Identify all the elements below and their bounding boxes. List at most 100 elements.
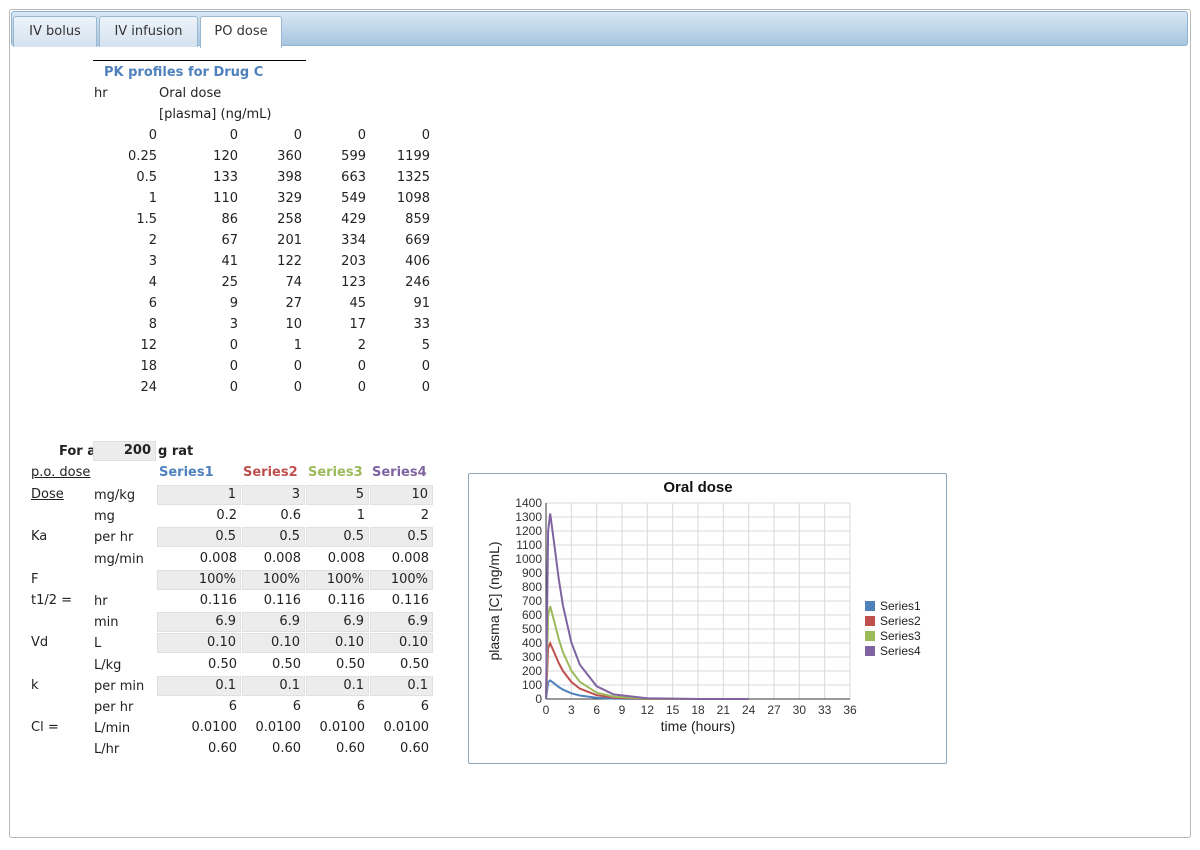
param-name: t1/2 = (31, 593, 73, 608)
col-header-oral-dose: Oral dose (159, 86, 222, 101)
series-header-3: Series3 (308, 465, 363, 480)
tab-iv-bolus[interactable]: IV bolus (13, 16, 97, 47)
param-value-cell: 0.50 (208, 656, 237, 672)
pk-time-cell: 3 (148, 254, 157, 269)
pk-value-cell: 201 (277, 233, 302, 248)
legend-swatch-4 (865, 646, 875, 656)
pk-value-cell: 0 (421, 380, 430, 395)
x-tick-label: 36 (843, 703, 857, 717)
param-input-cell[interactable]: 6.9 (306, 612, 369, 633)
param-input-cell[interactable]: 0.1 (157, 675, 241, 696)
pk-value-cell: 41 (221, 254, 238, 269)
param-unit: min (94, 615, 119, 631)
param-input-cell[interactable]: 6.9 (370, 612, 433, 633)
pk-value-cell: 549 (341, 191, 366, 206)
param-input-cell[interactable]: 100% (370, 569, 433, 590)
pk-time-cell: 6 (148, 296, 157, 311)
pk-value-cell: 45 (349, 296, 366, 311)
y-tick-label: 500 (522, 622, 542, 636)
y-tick-label: 700 (522, 594, 542, 608)
param-unit: hr (94, 594, 108, 609)
pk-value-cell: 663 (341, 170, 366, 185)
param-input-cell[interactable]: 0.10 (370, 633, 433, 654)
param-input-cell[interactable]: 6.9 (157, 612, 241, 633)
pk-time-cell: 0.5 (136, 170, 157, 185)
legend-label-2: Series2 (880, 614, 921, 628)
pk-value-cell: 669 (405, 233, 430, 248)
param-value-cell: 0.0100 (383, 720, 430, 736)
param-input-cell[interactable]: 100% (242, 569, 305, 590)
param-input-cell[interactable]: 0.1 (370, 675, 433, 696)
param-name: Dose (31, 487, 64, 502)
param-input-cell[interactable]: 0.10 (242, 633, 305, 654)
x-tick-label: 9 (619, 703, 626, 717)
pk-value-cell: 0 (229, 380, 238, 395)
y-tick-label: 1300 (515, 510, 542, 524)
pk-value-cell: 9 (229, 296, 238, 311)
pk-value-cell: 17 (349, 317, 366, 332)
pk-value-cell: 86 (221, 212, 238, 227)
x-axis-label: time (hours) (661, 718, 736, 734)
col-header-units: [plasma] (ng/mL) (159, 107, 272, 122)
param-value-cell: 6 (228, 699, 237, 714)
param-unit: per hr (94, 530, 134, 546)
param-input-cell[interactable]: 100% (306, 569, 369, 590)
pk-table-title: PK profiles for Drug C (104, 65, 264, 80)
param-input-cell[interactable]: 0.1 (242, 675, 305, 696)
param-input-cell[interactable]: 6.9 (242, 612, 305, 633)
param-input-cell[interactable]: 0.5 (370, 527, 433, 548)
param-value-cell: 6 (356, 699, 365, 714)
legend-swatch-2 (865, 616, 875, 626)
param-value-cell: 0.50 (272, 656, 301, 672)
pk-value-cell: 246 (405, 275, 430, 290)
param-name: Ka (31, 529, 48, 545)
pk-value-cell: 10 (285, 317, 302, 332)
param-input-cell[interactable]: 3 (242, 485, 305, 505)
pk-value-cell: 0 (357, 128, 366, 143)
y-tick-label: 1100 (516, 538, 542, 552)
pk-value-cell: 110 (213, 191, 238, 206)
pk-value-cell: 859 (405, 212, 430, 227)
tab-po-dose[interactable]: PO dose (200, 16, 282, 48)
param-input-cell[interactable]: 1 (157, 485, 241, 505)
param-input-cell[interactable]: 5 (306, 485, 369, 505)
param-value-cell: 0.60 (400, 741, 429, 757)
pk-value-cell: 0 (357, 359, 366, 374)
y-tick-label: 900 (522, 566, 542, 580)
param-input-cell[interactable]: 0.5 (242, 527, 305, 548)
pk-value-cell: 120 (213, 149, 238, 164)
y-tick-label: 600 (522, 608, 542, 622)
po-dose-label: p.o. dose (31, 465, 91, 480)
series-header-4: Series4 (372, 465, 427, 480)
param-value-cell: 0.116 (199, 593, 237, 608)
rat-weight-input[interactable]: 200 (93, 441, 156, 461)
pk-value-cell: 25 (221, 275, 238, 290)
param-unit: per min (94, 678, 145, 694)
param-input-cell[interactable]: 10 (370, 485, 433, 505)
param-unit: mg/kg (94, 488, 136, 503)
param-value-cell: 0.50 (400, 656, 429, 672)
pk-value-cell: 329 (277, 191, 302, 206)
param-input-cell[interactable]: 0.5 (306, 527, 369, 548)
pk-value-cell: 33 (413, 317, 430, 332)
param-input-cell[interactable]: 0.1 (306, 675, 369, 696)
x-tick-label: 15 (666, 703, 680, 717)
pk-value-cell: 27 (285, 296, 302, 311)
pk-value-cell: 0 (357, 380, 366, 395)
pk-time-cell: 4 (148, 275, 157, 290)
param-input-cell[interactable]: 0.5 (157, 527, 241, 548)
y-tick-label: 400 (522, 636, 542, 650)
param-unit: L/hr (94, 742, 120, 758)
param-input-cell[interactable]: 100% (157, 569, 241, 590)
x-tick-label: 6 (593, 703, 600, 717)
x-tick-label: 33 (818, 703, 832, 717)
pk-time-cell: 2 (148, 233, 157, 248)
g-rat-label: g rat (158, 444, 194, 459)
x-tick-label: 27 (767, 703, 781, 717)
pk-time-cell: 18 (140, 359, 157, 374)
y-tick-label: 0 (535, 692, 542, 706)
tab-iv-infusion[interactable]: IV infusion (99, 16, 198, 47)
param-input-cell[interactable]: 0.10 (157, 633, 241, 654)
param-input-cell[interactable]: 0.10 (306, 633, 369, 654)
pk-value-cell: 0 (229, 338, 238, 353)
